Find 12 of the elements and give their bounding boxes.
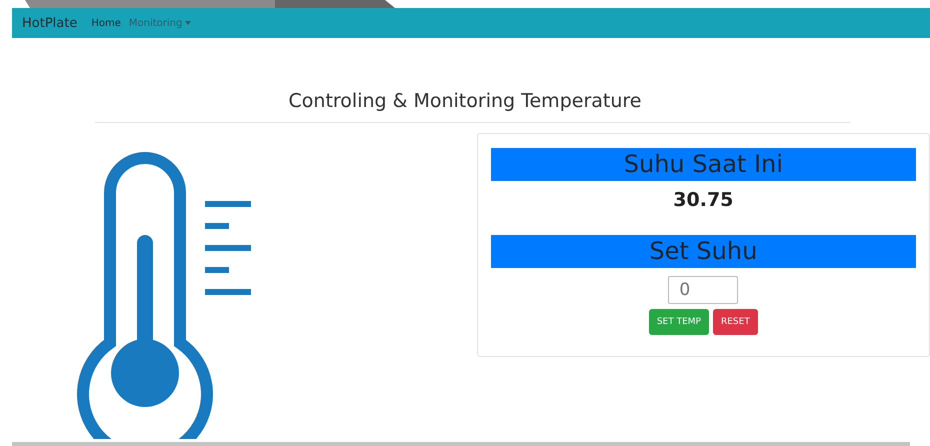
caret-icon (185, 21, 192, 25)
reset-button[interactable]: RESET (712, 309, 758, 335)
section-title: Suhu Saat Ini (490, 148, 916, 181)
temperature-value: 30.75 (673, 189, 734, 211)
set-button[interactable]: SET TEMP (648, 309, 709, 335)
brand-text[interactable]: HotPlate (22, 16, 78, 30)
nav-link[interactable]: Monitoring (128, 18, 192, 28)
nav-link[interactable]: Home (91, 18, 121, 28)
scrollbar[interactable] (12, 442, 910, 446)
temperature-input[interactable]: 0 (668, 276, 738, 304)
page-title: Controling & Monitoring Temperature (288, 90, 642, 112)
section-title: Set Suhu (490, 235, 916, 268)
